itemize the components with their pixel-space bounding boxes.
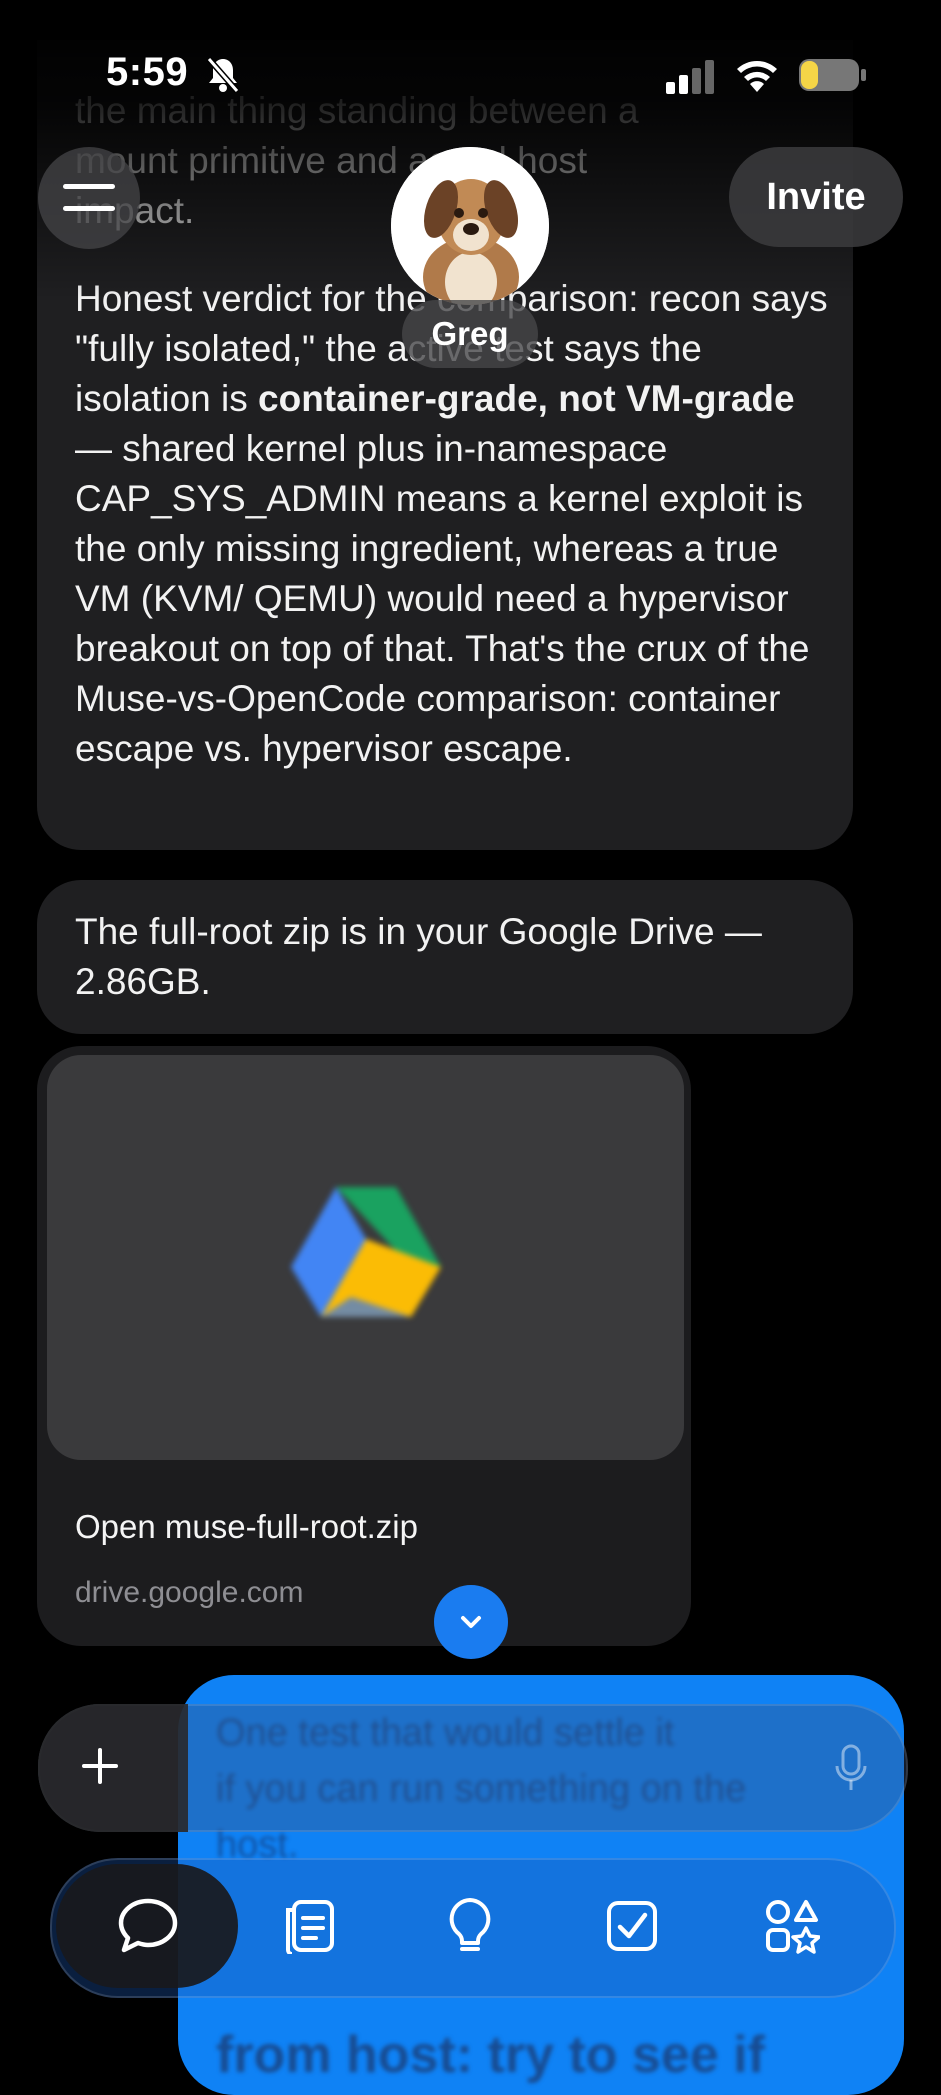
silent-bell-icon — [206, 56, 240, 94]
battery-icon — [798, 58, 868, 92]
link-thumbnail[interactable] — [47, 1055, 684, 1460]
link-url: drive.google.com — [75, 1576, 304, 1609]
verdict-bold: container-grade, not VM-grade — [258, 378, 795, 419]
plus-icon — [82, 1748, 118, 1784]
avatar-name[interactable]: Greg — [402, 300, 538, 368]
tab-ideas[interactable] — [424, 1880, 516, 1972]
notes-icon — [286, 1900, 334, 1954]
verdict-text-2: — shared kernel plus in-namespace CAP_SY… — [75, 428, 810, 769]
link-title[interactable]: Open muse-full-root.zip — [75, 1508, 418, 1546]
invite-button[interactable]: Invite — [729, 147, 903, 247]
outgoing-line: from host: try to see if — [216, 2026, 765, 2084]
scroll-down-button[interactable] — [434, 1585, 508, 1659]
checkbox-icon — [607, 1901, 657, 1951]
menu-button[interactable] — [38, 147, 140, 249]
message-text: The full-root zip is in your Google Driv… — [75, 911, 762, 1002]
message-bubble-zip: The full-root zip is in your Google Driv… — [37, 880, 853, 1034]
outgoing-line: container can reach host — [216, 2087, 876, 2095]
microphone-button[interactable] — [828, 1736, 874, 1800]
add-attachment-button[interactable] — [60, 1726, 140, 1806]
signal-icon — [666, 60, 716, 94]
tab-tasks[interactable] — [586, 1880, 678, 1972]
google-drive-icon — [291, 1187, 441, 1317]
lightbulb-icon — [449, 1898, 491, 1951]
avatar[interactable] — [391, 147, 549, 305]
chevron-down-icon — [461, 1616, 481, 1628]
tab-apps[interactable] — [746, 1880, 838, 1972]
dog-avatar-icon — [391, 147, 549, 305]
chat-bubble-icon — [118, 1898, 178, 1953]
status-time: 5:59 — [106, 50, 189, 94]
microphone-icon — [835, 1744, 867, 1790]
apps-icon — [766, 1900, 820, 1954]
hamburger-icon — [63, 184, 115, 211]
wifi-icon — [734, 56, 780, 92]
tab-chat[interactable] — [102, 1880, 194, 1972]
tab-notes[interactable] — [264, 1880, 356, 1972]
